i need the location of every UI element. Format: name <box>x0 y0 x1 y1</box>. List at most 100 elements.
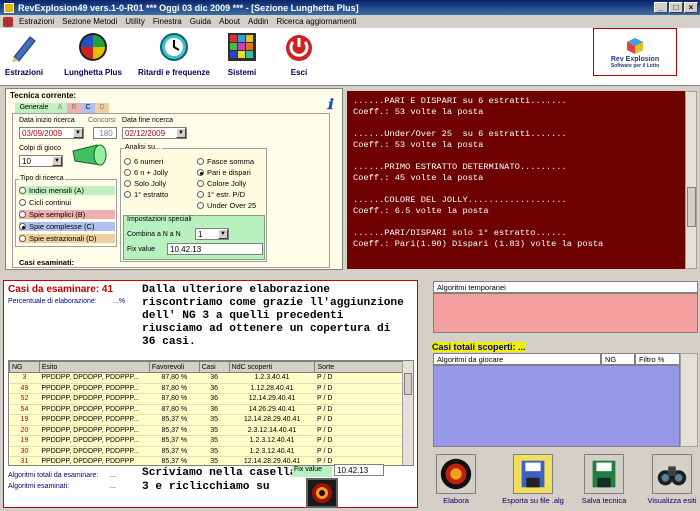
cell-sorte: P / D <box>314 383 403 394</box>
radio-indici-mensili[interactable]: Indici mensili (A) <box>19 186 115 195</box>
radio-cicli-continui[interactable]: Cicli continui <box>19 198 115 207</box>
table-row[interactable]: 30 PPDDPP, DPDDPP, PDDPPP... 85,37 % 35 1.2.… <box>9 446 403 457</box>
table-row[interactable]: 19 PPDDPP, DPDDPP, PDDPPP... 85,37 % 35 12.1… <box>9 414 403 426</box>
radio-under-over[interactable]: Under Over 25 <box>197 201 256 210</box>
spotlight-icon <box>72 144 107 166</box>
menu-sezione-metodi[interactable]: Sezione Metodi <box>58 17 121 26</box>
chevron-down-icon[interactable]: ▼ <box>218 229 228 239</box>
cell-esito: PPDDPP, DPDDPP, PDDPPP... <box>39 446 150 457</box>
table-row[interactable]: 3 PPDDPP, DPDDPP, PDDPPP... 87,80 % 36 1.2.3… <box>9 372 403 384</box>
grid-icon <box>228 33 256 61</box>
fix-value-field-2[interactable]: 10.42.13 <box>334 464 384 476</box>
output-line: Coeff.: Pari(1.90) Dispari (1.83) volte … <box>353 239 604 249</box>
col-ng-right[interactable]: NG <box>601 353 635 365</box>
menu-addin[interactable]: Addin <box>244 17 272 26</box>
menu-estrazioni[interactable]: Estrazioni <box>15 17 58 26</box>
cell-sorte: P / D <box>314 393 403 405</box>
visualizza-esiti-button[interactable]: Visualizza esiti <box>645 454 699 505</box>
colored-circle-icon <box>79 33 107 61</box>
radio-solo-jolly[interactable]: Solo Jolly <box>124 179 166 188</box>
document-icon[interactable] <box>3 16 13 27</box>
minimize-button[interactable]: _ <box>654 2 668 13</box>
output-scrollbar[interactable] <box>685 91 697 269</box>
salva-tecnica-button[interactable]: Salva tecnica <box>578 454 630 505</box>
output-line: ......PARI/DISPARI solo 1° estratto.....… <box>353 228 567 238</box>
algoritmi-temporanei-header: Algoritmi temporanei <box>433 281 698 293</box>
col-favorevoli[interactable]: Favorevoli <box>148 361 200 373</box>
radio-primo-estratto[interactable]: 1° estratto <box>124 190 168 199</box>
chevron-down-icon[interactable]: ▼ <box>73 128 83 138</box>
fix-value-field[interactable]: 10.42.13 <box>167 243 263 255</box>
cell-esito: PPDDPP, DPDDPP, PDDPPP... <box>39 393 150 405</box>
radio-colore-jolly[interactable]: Colore Jolly <box>197 179 246 188</box>
radio-spie-complesse[interactable]: Spie complesse (C) <box>19 222 115 231</box>
col-filtro[interactable]: Filtro % <box>635 353 680 365</box>
data-inizio-label: Data inizio ricerca <box>19 117 75 124</box>
algoritmi-temporanei-list[interactable] <box>433 293 698 333</box>
right-scrollbar[interactable] <box>680 353 698 447</box>
radio-primo-estr-pd[interactable]: 1° estr. P/D <box>197 190 245 199</box>
chevron-down-icon[interactable]: ▼ <box>52 156 62 166</box>
esci-button[interactable]: Esci <box>282 31 316 77</box>
elabora-zoom-button[interactable] <box>306 478 338 508</box>
casi-totali-label: Casi totali scoperti: ... <box>432 342 526 352</box>
results-grid[interactable]: NG Esito Favorevoli Casi NdC scoperti So… <box>8 360 414 466</box>
tab-c[interactable]: C <box>81 103 95 113</box>
cell-esito: PPDDPP, DPDDPP, PDDPPP... <box>39 414 150 426</box>
data-inizio-field[interactable]: 03/09/2009 ▼ <box>19 127 84 139</box>
table-row[interactable]: 19 PPDDPP, DPDDPP, PDDPPP... 85,37 % 35 1.2.… <box>9 435 403 447</box>
radio-6-numeri[interactable]: 6 numeri <box>124 157 163 166</box>
tab-generale[interactable]: Generale <box>15 103 53 113</box>
estrazioni-button[interactable]: Estrazioni <box>2 31 46 77</box>
col-sorte[interactable]: Sorte <box>314 361 403 373</box>
menu-ricerca-aggiornamenti[interactable]: Ricerca aggiornamenti <box>272 17 360 26</box>
concorsi-field[interactable]: 180 <box>93 127 117 139</box>
table-row[interactable]: 54 PPDDPP, DPDDPP, PDDPPP... 87,80 % 36 14.2… <box>9 404 403 415</box>
table-row[interactable]: 49 PPDDPP, DPDDPP, PDDPPP... 87,80 % 36 1.12… <box>9 383 403 394</box>
combina-field[interactable]: 1 ▼ <box>195 228 229 240</box>
chevron-down-icon[interactable]: ▼ <box>176 128 186 138</box>
radio-pari-dispari[interactable]: Pari e dispari <box>197 168 251 177</box>
data-fine-field[interactable]: 02/12/2009 ▼ <box>122 127 187 139</box>
maximize-button[interactable]: □ <box>669 2 683 13</box>
col-casi[interactable]: Casi <box>198 361 230 373</box>
cell-sorte: P / D <box>314 372 403 384</box>
menu-utility[interactable]: Utility <box>121 17 149 26</box>
menu-about[interactable]: About <box>215 17 244 26</box>
col-esito[interactable]: Esito <box>38 361 150 373</box>
tab-b[interactable]: B <box>67 103 81 113</box>
cell-ndc-scoperti: 12.14.29.40.41 <box>229 393 315 405</box>
table-row[interactable]: 20 PPDDPP, DPDDPP, PDDPPP... 85,37 % 35 2.3.… <box>9 425 403 436</box>
esporta-button[interactable]: Esporta su file .alg <box>496 454 570 505</box>
sistemi-button[interactable]: Sistemi <box>222 31 262 77</box>
menu-finestra[interactable]: Finestra <box>149 17 186 26</box>
cell-ng: 54 <box>9 404 40 415</box>
radio-6n-jolly[interactable]: 6 n + Jolly <box>124 168 168 177</box>
lunghetta-plus-button[interactable]: Lunghetta Plus <box>58 31 128 77</box>
radio-fasce-somma[interactable]: Fasce somma <box>197 157 254 166</box>
ritardi-frequenze-button[interactable]: Ritardi e frequenze <box>134 31 214 77</box>
radio-spie-semplici[interactable]: Spie semplici (B) <box>19 210 115 219</box>
close-button[interactable]: × <box>684 2 698 13</box>
cell-sorte: P / D <box>314 446 403 457</box>
table-row[interactable]: 52 PPDDPP, DPDDPP, PDDPPP... 87,80 % 36 12.1… <box>9 393 403 405</box>
radio-spie-estrazionali[interactable]: Spie estrazionali (D) <box>19 234 115 243</box>
scrollbar-thumb[interactable] <box>404 373 412 395</box>
scrollbar-thumb[interactable] <box>687 187 696 227</box>
cell-ng: 3 <box>9 372 40 384</box>
cell-ng: 52 <box>9 393 40 405</box>
info-icon[interactable]: ℹ <box>327 96 339 112</box>
col-ndc-scoperti[interactable]: NdC scoperti <box>228 361 316 373</box>
colpi-field[interactable]: 10 ▼ <box>19 155 63 167</box>
grid-scrollbar[interactable] <box>402 361 413 465</box>
tab-d[interactable]: D <box>95 103 109 113</box>
fix-value-label: Fix value <box>127 246 156 253</box>
col-algoritmi-da-giocare[interactable]: Algoritmi da giocare <box>433 353 601 365</box>
casi-esaminati-label: Casi esaminati: <box>19 258 75 267</box>
cell-ndc-scoperti: 12.14.28.29.40.41 <box>229 456 315 465</box>
elabora-button[interactable]: Elabora <box>434 454 478 505</box>
menu-guida[interactable]: Guida <box>186 17 215 26</box>
algoritmi-da-giocare-list[interactable] <box>433 365 680 447</box>
tab-a[interactable]: A <box>53 103 67 113</box>
col-ng[interactable]: NG <box>9 361 40 373</box>
